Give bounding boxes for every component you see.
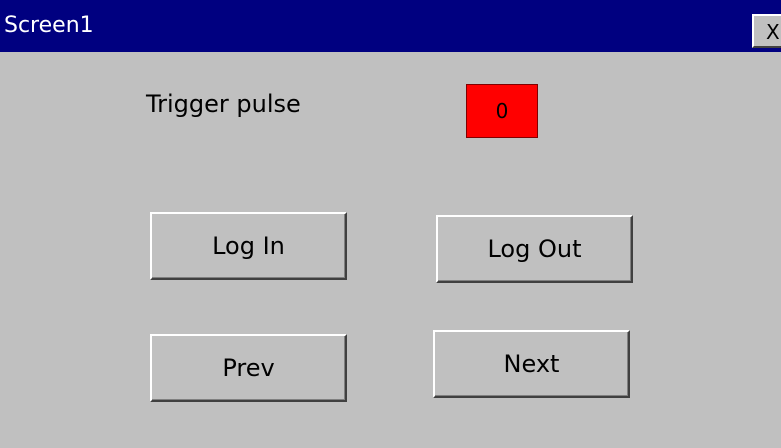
trigger-pulse-value: 0 [495,99,509,123]
window-title: Screen1 [4,13,94,38]
next-button[interactable]: Next [433,330,630,398]
log-in-button[interactable]: Log In [150,212,347,280]
next-label: Next [503,350,560,378]
log-out-label: Log Out [487,235,582,263]
title-bar: Screen1 X [0,0,781,52]
close-button[interactable]: X [752,14,781,48]
trigger-pulse-indicator: 0 [466,84,538,138]
prev-label: Prev [222,354,275,382]
hmi-screen: Screen1 X Trigger pulse 0 Log In Log Out… [0,0,781,448]
log-in-label: Log In [212,232,285,260]
trigger-pulse-label: Trigger pulse [146,90,301,118]
log-out-button[interactable]: Log Out [436,215,633,283]
close-icon: X [766,20,780,44]
prev-button[interactable]: Prev [150,334,347,402]
